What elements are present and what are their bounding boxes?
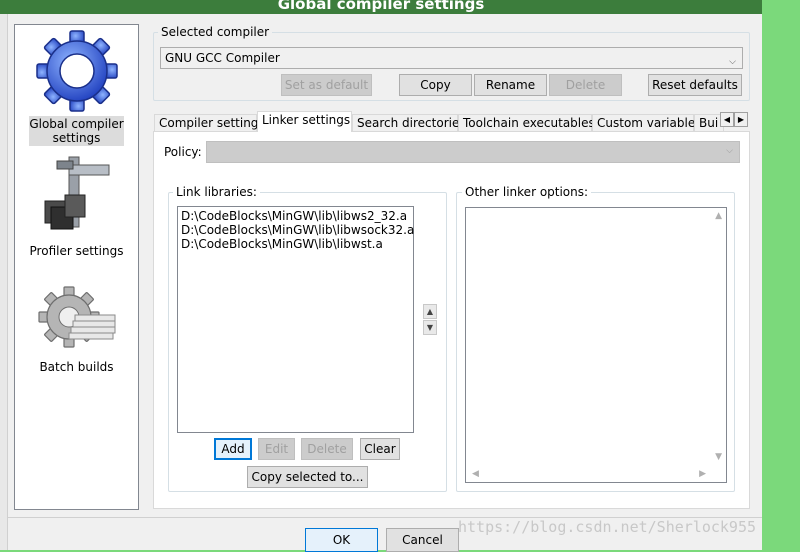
clear-libraries-button[interactable]: Clear xyxy=(360,438,400,460)
chevron-down-icon: ⌵ xyxy=(729,57,736,67)
sidebar-item-profiler-settings[interactable]: Profiler settings xyxy=(15,151,138,258)
chevron-down-icon: ⌵ xyxy=(726,146,733,156)
cancel-button[interactable]: Cancel xyxy=(386,528,459,552)
chevron-left-icon: ◀ xyxy=(723,115,731,124)
sidebar-item-global-compiler-settings[interactable]: Global compiler settings xyxy=(15,29,138,146)
sidebar-item-label: Batch builds xyxy=(39,360,114,374)
scroll-down-icon[interactable]: ▼ xyxy=(715,452,722,462)
chevron-right-icon: ▶ xyxy=(737,115,745,124)
delete-library-button[interactable]: Delete xyxy=(301,438,353,460)
compiler-select-value: GNU GCC Compiler xyxy=(165,51,280,65)
copy-selected-to-button[interactable]: Copy selected to... xyxy=(247,466,368,488)
set-as-default-button[interactable]: Set as default xyxy=(281,74,372,96)
policy-label: Policy: xyxy=(164,145,202,159)
ok-button[interactable]: OK xyxy=(305,528,378,552)
gear-stack-icon xyxy=(37,286,115,348)
policy-select[interactable]: ⌵ xyxy=(206,141,740,163)
move-up-button[interactable]: ▲ xyxy=(423,304,437,319)
tab-custom-variables[interactable]: Custom variables xyxy=(592,114,701,132)
tab-scroll-right-button[interactable]: ▶ xyxy=(734,112,748,127)
other-linker-options-textarea[interactable]: ▲ ▼ ◀ ▶ xyxy=(465,207,727,483)
tab-scroll-left-button[interactable]: ◀ xyxy=(720,112,734,127)
reset-defaults-button[interactable]: Reset defaults xyxy=(648,74,742,96)
window-title-bar[interactable]: Global compiler settings xyxy=(0,0,762,14)
rename-compiler-button[interactable]: Rename xyxy=(474,74,547,96)
link-libraries-label: Link libraries: xyxy=(173,185,260,199)
settings-tabs: Compiler settings Linker settings Search… xyxy=(153,111,751,132)
add-library-button[interactable]: Add xyxy=(214,438,252,460)
background-window-edge xyxy=(0,14,8,550)
tab-linker-settings[interactable]: Linker settings xyxy=(257,111,352,132)
delete-compiler-button[interactable]: Delete xyxy=(549,74,622,96)
list-item[interactable]: D:\CodeBlocks\MinGW\lib\libwst.a xyxy=(178,237,413,251)
copy-compiler-button[interactable]: Copy xyxy=(399,74,472,96)
list-item[interactable]: D:\CodeBlocks\MinGW\lib\libwsock32.a xyxy=(178,223,414,237)
gear-icon xyxy=(35,30,118,112)
selected-compiler-label: Selected compiler xyxy=(158,25,273,39)
list-item[interactable]: D:\CodeBlocks\MinGW\lib\libws2_32.a xyxy=(178,209,413,223)
tab-toolchain-executables[interactable]: Toolchain executables xyxy=(458,114,595,132)
scroll-right-icon[interactable]: ▶ xyxy=(699,469,706,479)
edit-library-button[interactable]: Edit xyxy=(258,438,295,460)
window-title: Global compiler settings xyxy=(277,0,485,13)
link-libraries-list[interactable]: D:\CodeBlocks\MinGW\lib\libws2_32.a D:\C… xyxy=(177,206,414,433)
tab-compiler-settings[interactable]: Compiler settings xyxy=(154,114,265,132)
settings-sidebar: Global compiler settings Profiler settin… xyxy=(14,24,139,510)
sidebar-item-label: Global compiler settings xyxy=(29,116,124,146)
caliper-icon xyxy=(44,156,109,230)
sidebar-item-label: Profiler settings xyxy=(29,244,124,258)
arrow-down-icon: ▼ xyxy=(426,323,434,332)
scroll-left-icon[interactable]: ◀ xyxy=(472,469,479,479)
sidebar-item-batch-builds[interactable]: Batch builds xyxy=(15,281,138,374)
tab-search-directories[interactable]: Search directories xyxy=(352,114,466,132)
scroll-up-icon[interactable]: ▲ xyxy=(715,211,722,221)
arrow-up-icon: ▲ xyxy=(426,307,434,316)
move-down-button[interactable]: ▼ xyxy=(423,320,437,335)
watermark: https://blog.csdn.net/Sherlock955 xyxy=(458,518,757,536)
other-linker-options-label: Other linker options: xyxy=(462,185,592,199)
compiler-select[interactable]: GNU GCC Compiler ⌵ xyxy=(160,47,743,69)
